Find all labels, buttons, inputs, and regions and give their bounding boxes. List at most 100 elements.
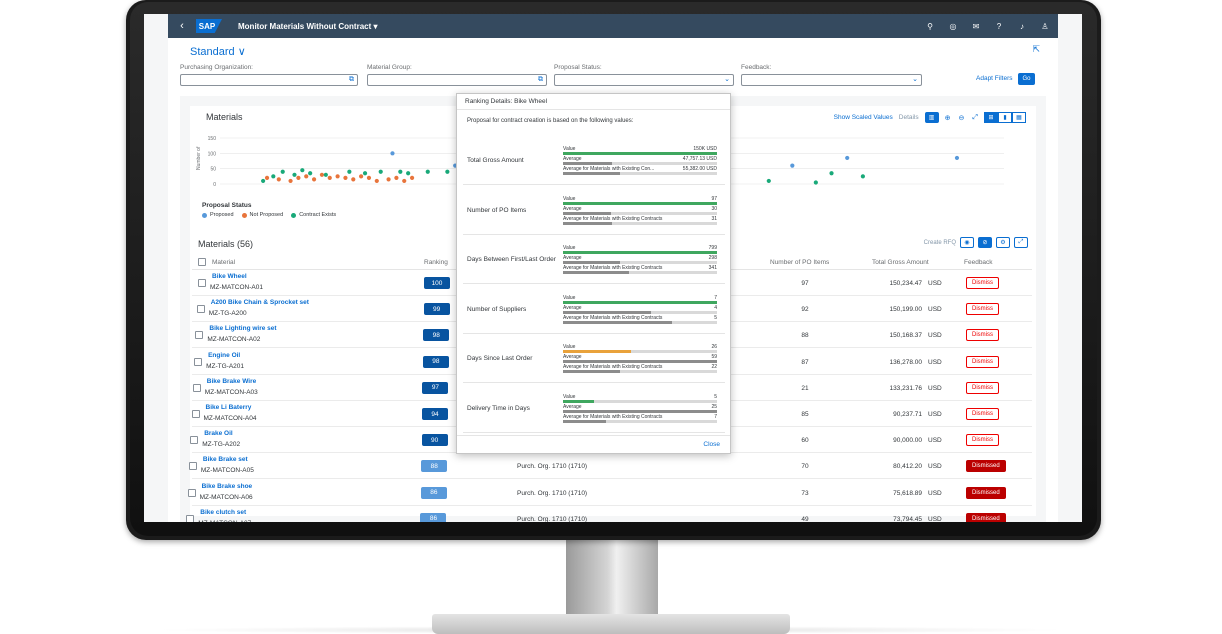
dismissed-status[interactable]: Dismissed xyxy=(966,460,1006,473)
legend-item-not-proposed[interactable]: Not Proposed xyxy=(241,212,283,218)
scatter-point[interactable] xyxy=(766,178,771,184)
sap-logo[interactable]: SAP xyxy=(196,19,222,33)
table-row[interactable]: Bike Brake set MZ-MATCON-A05 88 Purch. Org.… xyxy=(188,453,1032,480)
scatter-point[interactable] xyxy=(323,172,328,177)
ranking-badge[interactable]: 88 xyxy=(421,460,448,473)
scatter-point[interactable] xyxy=(402,178,407,184)
value-help-icon[interactable]: ⧉ xyxy=(538,75,543,85)
scatter-point[interactable] xyxy=(261,178,266,184)
dismiss-button[interactable]: Dismiss xyxy=(966,303,999,316)
scatter-point[interactable] xyxy=(308,171,313,176)
ranking-badge[interactable]: 86 xyxy=(420,512,447,522)
ranking-badge[interactable]: 98 xyxy=(423,329,450,342)
ranking-badge[interactable]: 86 xyxy=(420,486,447,499)
scatter-point[interactable] xyxy=(280,169,285,174)
scatter-point[interactable] xyxy=(264,175,270,180)
scatter-point[interactable] xyxy=(406,171,411,176)
table-row[interactable]: Bike Brake shoe MZ-MATCON-A06 86 Purch. Org… xyxy=(187,480,1032,506)
row-checkbox[interactable] xyxy=(194,357,203,366)
scatter-point[interactable] xyxy=(343,175,348,180)
table-view-icon[interactable]: ▦ xyxy=(1012,112,1026,123)
dismiss-button[interactable]: Dismiss xyxy=(966,408,999,420)
variant-selector[interactable]: Standard ∨ xyxy=(190,45,246,58)
material-link[interactable]: Bike clutch set xyxy=(200,509,246,516)
table-row[interactable]: Bike clutch set MZ-MATCON-A07 86 Purch. Org… xyxy=(186,506,1032,522)
ranking-badge[interactable]: 98 xyxy=(422,355,449,368)
col-total-gross-amount[interactable]: Total Gross Amount xyxy=(872,259,929,266)
scatter-point[interactable] xyxy=(378,169,383,174)
scatter-point[interactable] xyxy=(296,175,301,180)
material-link[interactable]: Bike Lighting wire set xyxy=(209,325,276,332)
scatter-point[interactable] xyxy=(362,171,368,176)
dismiss-button[interactable]: Dismiss xyxy=(966,381,999,394)
bar-chart-icon[interactable]: ▮ xyxy=(998,112,1012,123)
col-ranking[interactable]: Ranking xyxy=(424,259,448,266)
user-icon[interactable]: ♙ xyxy=(1040,22,1050,31)
scatter-point[interactable] xyxy=(359,174,364,179)
ranking-badge[interactable]: 99 xyxy=(423,303,450,316)
zoom-out-icon[interactable]: ⊖ xyxy=(959,114,965,122)
scatter-point[interactable] xyxy=(394,175,399,180)
row-checkbox[interactable] xyxy=(190,436,199,445)
legend-toggle-icon[interactable]: ▥ xyxy=(924,112,939,123)
dismissed-status[interactable]: Dismissed xyxy=(966,486,1006,499)
dismiss-button[interactable]: Dismiss xyxy=(966,434,999,447)
scatter-point[interactable] xyxy=(425,169,430,174)
scatter-point[interactable] xyxy=(351,177,356,182)
col-po-items[interactable]: Number of PO Items xyxy=(770,259,829,266)
row-checkbox[interactable] xyxy=(195,331,204,340)
adapt-filters-link[interactable]: Adapt Filters xyxy=(976,75,1013,82)
scatter-point[interactable] xyxy=(445,169,450,174)
scatter-point[interactable] xyxy=(366,175,372,180)
scatter-point[interactable] xyxy=(347,169,352,174)
material-link[interactable]: Bike Brake set xyxy=(203,456,248,463)
scatter-point[interactable] xyxy=(398,169,403,174)
dismiss-button[interactable]: Dismiss xyxy=(966,277,999,289)
col-feedback[interactable]: Feedback xyxy=(964,259,993,266)
legend-item-proposed[interactable]: Proposed xyxy=(202,212,234,218)
row-checkbox[interactable] xyxy=(188,462,197,471)
scatter-point[interactable] xyxy=(319,172,325,177)
ranking-badge[interactable]: 100 xyxy=(424,277,450,289)
chevron-down-icon[interactable]: ⌄ xyxy=(912,75,918,85)
search-icon[interactable]: ⚲ xyxy=(925,22,935,31)
value-help-icon[interactable]: ⧉ xyxy=(349,75,354,85)
material-link[interactable]: Engine Oil xyxy=(208,352,240,359)
dismissed-status[interactable]: Dismissed xyxy=(966,512,1006,522)
col-material[interactable]: Material xyxy=(212,259,235,266)
scatter-point[interactable] xyxy=(271,174,276,179)
help-icon[interactable]: ? xyxy=(994,22,1004,31)
feedback-select[interactable]: ⌄ xyxy=(741,74,922,86)
material-link[interactable]: Bike Wheel xyxy=(212,273,247,280)
proposal-status-select[interactable]: ⌄ xyxy=(554,74,734,86)
material-link[interactable]: Bike Brake shoe xyxy=(202,483,253,490)
scatter-point[interactable] xyxy=(327,175,332,180)
show-scaled-values-link[interactable]: Show Scaled Values xyxy=(834,114,893,121)
scatter-point[interactable] xyxy=(845,155,850,161)
settings-icon[interactable]: ⚙ xyxy=(996,237,1010,248)
dismiss-button[interactable]: Dismiss xyxy=(966,329,999,342)
row-checkbox[interactable] xyxy=(186,514,195,522)
ranking-badge[interactable]: 90 xyxy=(421,434,448,447)
scatter-point[interactable] xyxy=(276,177,281,182)
material-link[interactable]: Brake Oil xyxy=(204,430,233,437)
hide-icon[interactable]: ⊘ xyxy=(978,237,992,248)
ranking-badge[interactable]: 94 xyxy=(422,408,449,420)
close-button[interactable]: Close xyxy=(703,441,720,448)
scatter-point[interactable] xyxy=(311,177,317,182)
scatter-point[interactable] xyxy=(300,168,305,173)
purchasing-org-input[interactable]: ⧉ xyxy=(180,74,358,86)
scatter-point[interactable] xyxy=(954,155,960,161)
dismiss-button[interactable]: Dismiss xyxy=(966,355,999,368)
go-button[interactable]: Go xyxy=(1018,73,1035,85)
scatter-point[interactable] xyxy=(860,174,865,179)
row-checkbox[interactable] xyxy=(192,383,201,392)
scatter-point[interactable] xyxy=(335,174,340,179)
chevron-down-icon[interactable]: ⌄ xyxy=(724,75,730,85)
material-group-input[interactable]: ⧉ xyxy=(367,74,547,86)
scatter-point[interactable] xyxy=(829,171,834,176)
scatter-point[interactable] xyxy=(409,175,415,180)
fullscreen-icon[interactable]: ⤢ xyxy=(1014,237,1028,248)
share-icon[interactable]: ⇱ xyxy=(1032,44,1040,55)
back-icon[interactable]: ‹ xyxy=(172,20,192,32)
